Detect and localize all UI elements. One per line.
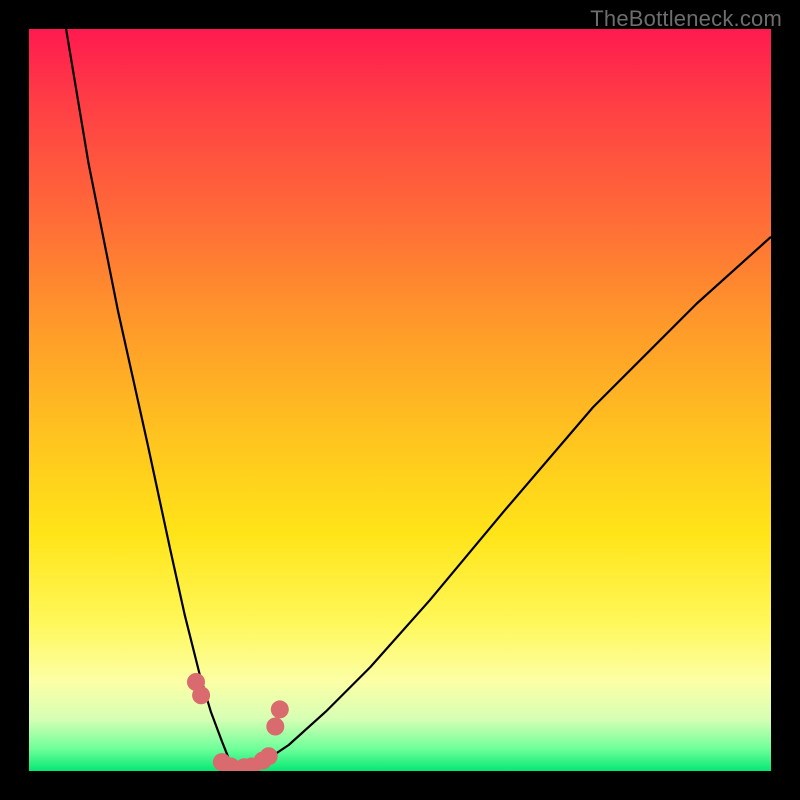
curve-overlay (29, 29, 771, 771)
plot-area (29, 29, 771, 771)
highlight-point (271, 700, 289, 718)
highlight-point (266, 718, 284, 736)
bottleneck-curve (66, 29, 771, 767)
watermark-text: TheBottleneck.com (590, 6, 782, 32)
highlight-markers (187, 673, 289, 771)
highlight-point (192, 686, 210, 704)
chart-frame: TheBottleneck.com (0, 0, 800, 800)
highlight-point (260, 747, 278, 765)
